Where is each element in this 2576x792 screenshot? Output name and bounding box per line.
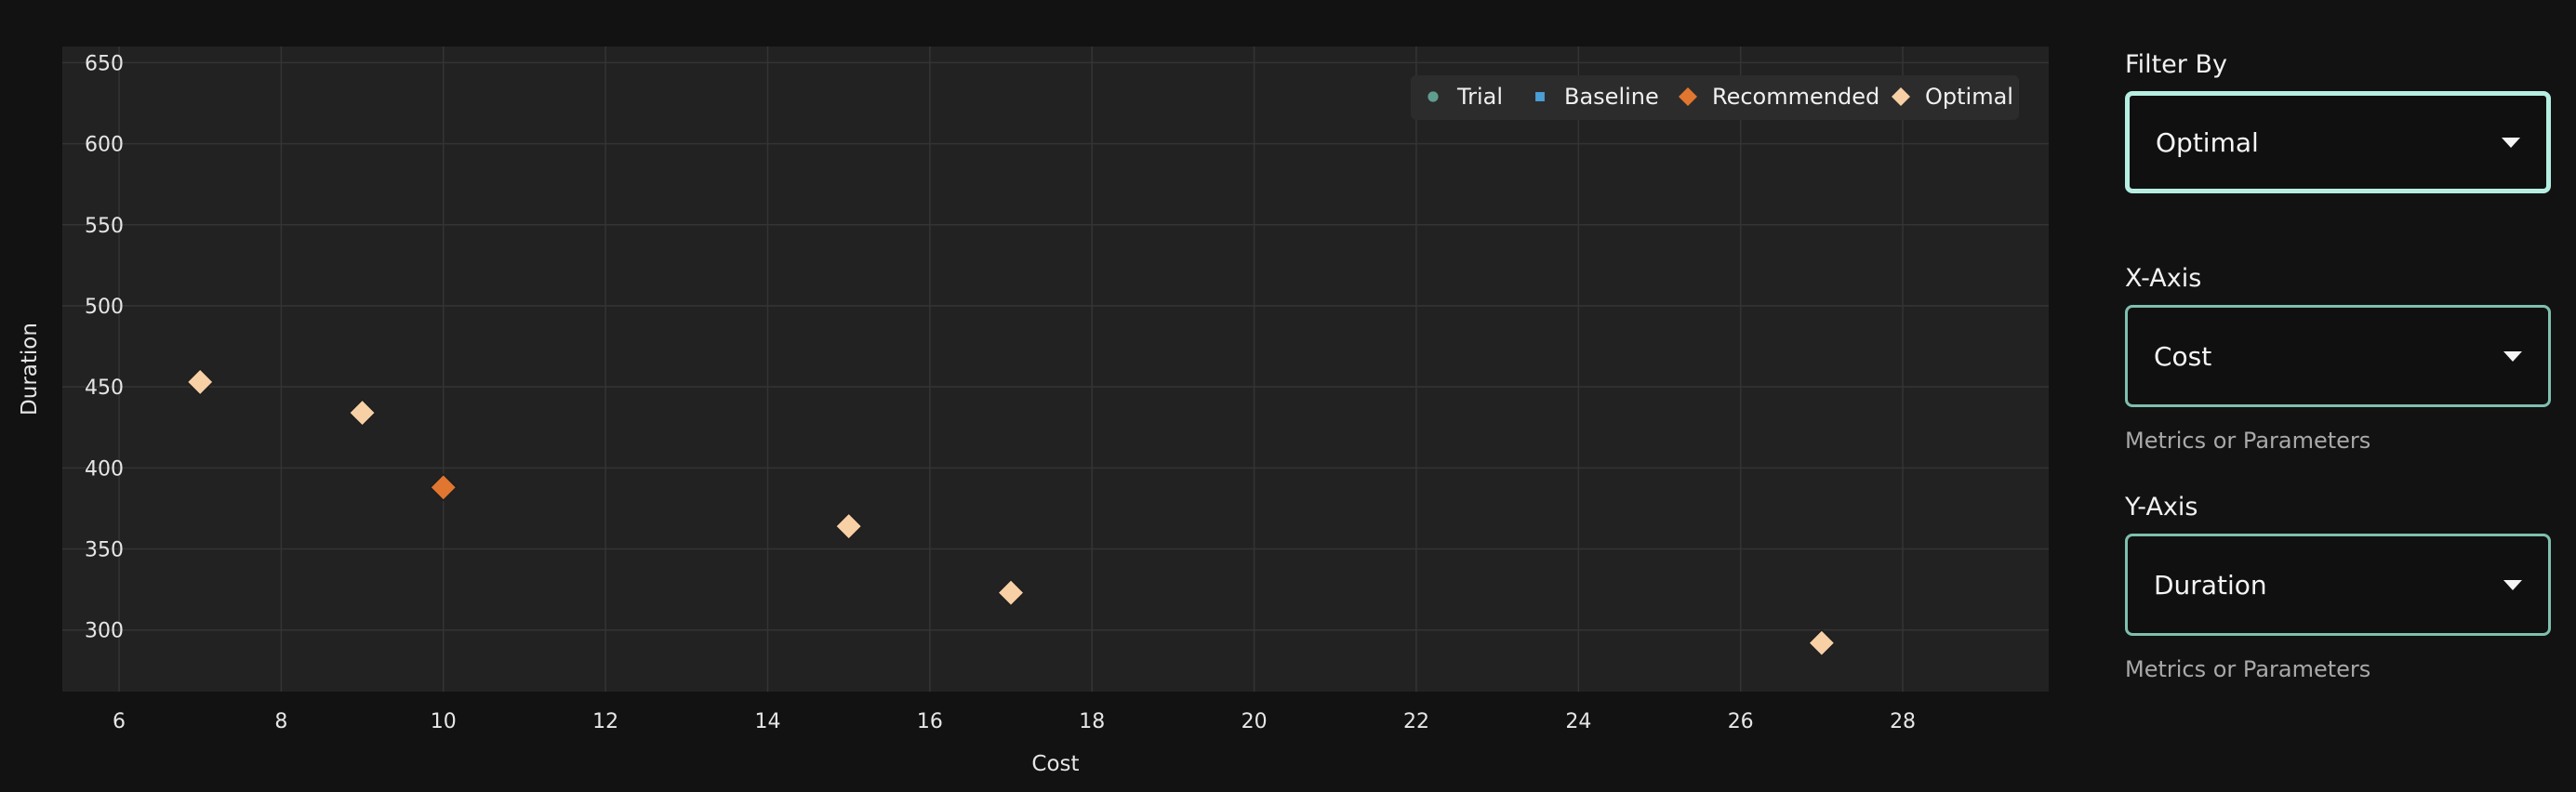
x-tick-label: 14 [754, 710, 780, 733]
y-tick-label: 450 [85, 376, 124, 400]
x-axis-helper-text: Metrics or Parameters [2125, 428, 2371, 454]
legend-label-trial: Trial [1456, 84, 1503, 110]
x-tick-label: 26 [1728, 710, 1754, 733]
y-tick-label: 400 [85, 457, 124, 481]
x-tick-label: 22 [1403, 710, 1429, 733]
x-axis-select[interactable]: Cost [2125, 305, 2551, 407]
y-axis-value: Duration [2154, 569, 2267, 601]
x-tick-label: 20 [1242, 710, 1268, 733]
y-axis-title: Duration [18, 323, 42, 416]
legend-label-optimal: Optimal [1925, 84, 2013, 110]
x-tick-label: 6 [113, 710, 126, 733]
y-tick-label: 600 [85, 134, 124, 157]
legend-label-recommended: Recommended [1712, 84, 1879, 110]
x-tick-label: 12 [592, 710, 618, 733]
filter-by-group: Filter By Optimal [2125, 48, 2551, 193]
y-tick-label: 300 [85, 620, 124, 643]
x-axis-group: X-Axis Cost Metrics or Parameters [2125, 262, 2551, 454]
filter-by-value: Optimal [2156, 126, 2259, 158]
filter-by-select[interactable]: Optimal [2125, 91, 2551, 193]
x-tick-label: 18 [1079, 710, 1105, 733]
chart-view: 6 8 10 12 14 16 18 20 22 24 26 28 300 350 400 450 500 550… [0, 0, 2576, 792]
y-tick-label: 650 [85, 52, 124, 75]
legend-marker-trial [1427, 91, 1439, 102]
x-tick-label: 16 [917, 710, 943, 733]
y-axis-helper-text: Metrics or Parameters [2125, 656, 2371, 682]
legend-label-baseline: Baseline [1564, 84, 1659, 110]
chevron-down-icon [2502, 138, 2520, 148]
y-axis-select[interactable]: Duration [2125, 534, 2551, 636]
x-tick-label: 28 [1890, 710, 1916, 733]
legend: Trial Baseline Recommended Optimal [1411, 75, 2019, 120]
x-tick-label: 10 [431, 710, 457, 733]
y-axis-label: Y-Axis [2125, 493, 2198, 521]
chevron-down-icon [2503, 351, 2522, 362]
x-axis-label: X-Axis [2125, 264, 2202, 293]
x-tick-label: 8 [274, 710, 287, 733]
x-axis-title: Cost [1031, 752, 1079, 776]
scatter-chart: 6 8 10 12 14 16 18 20 22 24 26 28 300 350 400 450 500 550… [18, 46, 2049, 776]
y-tick-label: 550 [85, 215, 124, 238]
chevron-down-icon [2503, 580, 2522, 590]
filter-by-label: Filter By [2125, 50, 2227, 79]
y-axis-group: Y-Axis Duration Metrics or Parameters [2125, 491, 2551, 682]
x-tick-label: 24 [1565, 710, 1591, 733]
y-tick-label: 500 [85, 296, 124, 319]
y-tick-label: 350 [85, 539, 124, 562]
x-axis-value: Cost [2154, 340, 2212, 372]
legend-marker-baseline [1535, 92, 1545, 101]
